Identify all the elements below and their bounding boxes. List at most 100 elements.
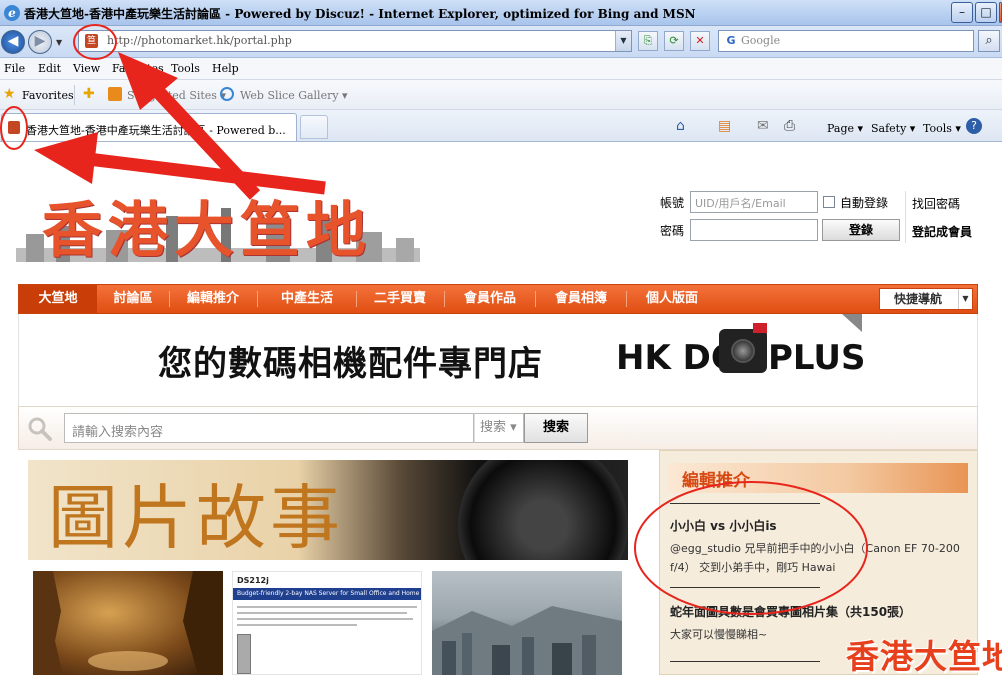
lens-image — [458, 460, 628, 560]
login-button[interactable]: 登錄 — [822, 219, 900, 241]
web-search-input[interactable]: G Google — [718, 30, 974, 52]
nav-editor-picks[interactable]: 編輯推介 — [173, 285, 253, 313]
nav-forum[interactable]: 討論區 — [101, 285, 165, 313]
quick-nav-dropdown[interactable]: 快捷導航 ▼ — [879, 288, 973, 310]
search-type-select[interactable]: 搜索 ▾ — [474, 413, 524, 443]
feeds-icon[interactable]: ▤ — [718, 118, 731, 134]
nav-member-albums[interactable]: 會員相簿 — [539, 285, 623, 313]
active-tab[interactable]: 香港大笪地-香港中產玩樂生活討論區 - Powered b... — [1, 113, 297, 141]
tab-favicon-icon — [8, 121, 20, 134]
city-image — [432, 606, 622, 675]
nas-tagline: Budget-friendly 2-bay NAS Server for Sma… — [233, 588, 421, 600]
register-link[interactable]: 登記成會員 — [912, 223, 972, 240]
photo-story-title: 圖片故事 — [48, 477, 344, 559]
suggested-sites-icon — [108, 87, 122, 101]
safety-menu[interactable]: Safety ▾ — [871, 122, 915, 135]
account-placeholder: UID/用戶名/Email — [695, 197, 786, 210]
window-titlebar: e 香港大笪地-香港中產玩樂生活討論區 - Powered by Discuz!… — [0, 0, 1002, 26]
address-field[interactable]: 笪 http://photomarket.hk/portal.php ▼ — [78, 30, 632, 52]
read-mail-icon[interactable]: ✉ — [757, 118, 769, 134]
nav-divider — [535, 291, 536, 307]
minimize-button[interactable]: – — [951, 2, 973, 23]
pick-desc: @egg_studio 兄早前把手中的小小白（Canon EF 70-200 f… — [670, 542, 960, 574]
nav-divider — [257, 291, 258, 307]
nas-model: DS212j — [237, 576, 269, 585]
menu-help[interactable]: Help — [212, 62, 239, 75]
forgot-password-link[interactable]: 找回密碼 — [912, 195, 960, 212]
web-search-button[interactable]: ⌕ — [978, 30, 1000, 52]
menu-view[interactable]: View — [73, 62, 100, 75]
web-page: 香港大笪地 帳號 UID/用戶名/Email 自動登錄 找回密碼 密碼 登錄 登… — [0, 143, 1002, 675]
window-title: 香港大笪地-香港中產玩樂生活討論區 - Powered by Discuz! -… — [24, 7, 696, 21]
menu-tools[interactable]: Tools — [171, 62, 200, 75]
suggested-sites-link[interactable]: Suggested Sites ▾ — [127, 89, 226, 102]
add-favorite-icon[interactable]: ✚ — [83, 87, 95, 101]
page-menu[interactable]: Page ▾ — [827, 122, 863, 135]
favorites-star-icon[interactable]: ★ — [3, 87, 17, 101]
account-label: 帳號 — [660, 196, 685, 210]
quick-nav-label: 快捷導航 — [894, 292, 943, 306]
address-dropdown[interactable]: ▼ — [615, 31, 631, 51]
site-favicon-icon: 笪 — [85, 34, 98, 48]
help-icon[interactable]: ? — [966, 118, 982, 134]
nav-divider — [444, 291, 445, 307]
auto-login-checkbox[interactable] — [823, 196, 835, 208]
thumbnail-nas[interactable]: DS212j Budget-friendly 2-bay NAS Server … — [232, 571, 422, 675]
logo-text: 香港大笪地 — [42, 196, 372, 266]
menu-file[interactable]: File — [4, 62, 25, 75]
web-slice-icon — [220, 87, 234, 101]
compatibility-view-button[interactable]: ⎘ — [638, 31, 658, 51]
account-input[interactable]: UID/用戶名/Email — [690, 191, 818, 213]
new-tab-button[interactable] — [300, 115, 328, 139]
favorites-button[interactable]: Favorites — [22, 89, 74, 102]
tools-menu[interactable]: Tools ▾ — [923, 122, 961, 135]
home-icon[interactable]: ⌂ — [676, 118, 685, 134]
nav-middle-class-life[interactable]: 中產生活 — [261, 285, 353, 313]
site-nav: 大笪地 討論區 編輯推介 中產生活 二手買賣 會員作品 會員相簿 個人版面 快捷… — [18, 284, 978, 314]
nav-home[interactable]: 大笪地 — [19, 285, 97, 313]
nas-device-image — [237, 634, 251, 674]
thumbnail-city[interactable] — [432, 571, 622, 675]
login-form: 帳號 UID/用戶名/Email 自動登錄 找回密碼 密碼 登錄 登記成會員 — [660, 191, 990, 243]
banner-text: 您的數碼相機配件專門店 — [158, 344, 543, 384]
pick-title[interactable]: 蛇年面圖具數是會買專圖相片集（共150張） — [670, 603, 911, 620]
forward-button[interactable]: ▶ — [28, 30, 52, 54]
password-label: 密碼 — [660, 224, 685, 238]
camera-icon — [719, 323, 767, 373]
stop-button[interactable]: ✕ — [690, 31, 710, 51]
search-type-label: 搜索 — [480, 420, 507, 435]
back-button[interactable]: ◀ — [1, 30, 25, 54]
print-icon[interactable]: ⎙ — [784, 118, 795, 134]
nav-personal-space[interactable]: 個人版面 — [630, 285, 714, 313]
recent-pages-dropdown[interactable]: ▼ — [56, 38, 62, 47]
photo-story-header[interactable]: 圖片故事 — [28, 460, 628, 560]
site-search-input[interactable]: 請輸入搜索內容 — [64, 413, 474, 443]
tab-title: 香港大笪地-香港中產玩樂生活討論區 - Powered b... — [26, 124, 286, 137]
nav-member-works[interactable]: 會員作品 — [448, 285, 532, 313]
editor-picks-title: 編輯推介 — [682, 471, 750, 491]
auto-login-label[interactable]: 自動登錄 — [840, 194, 888, 211]
menu-favorites[interactable]: Favorites — [112, 62, 164, 75]
menu-edit[interactable]: Edit — [38, 62, 61, 75]
pick-title[interactable]: 小小白 vs 小小白is — [670, 517, 777, 534]
nav-divider — [356, 291, 357, 307]
maximize-button[interactable]: □ — [975, 2, 997, 23]
refresh-button[interactable]: ⟳ — [664, 31, 684, 51]
cave-image — [33, 571, 223, 675]
sidebar-divider — [670, 587, 820, 588]
chevron-down-icon: ▼ — [958, 289, 972, 309]
address-url[interactable]: http://photomarket.hk/portal.php — [107, 34, 292, 47]
web-search-placeholder: Google — [741, 34, 781, 47]
ad-banner[interactable]: 您的數碼相機配件專門店 HK DC PLUS — [134, 314, 866, 403]
web-slice-gallery-link[interactable]: Web Slice Gallery ▾ — [240, 89, 348, 102]
banner-brand-right: PLUS — [768, 338, 866, 378]
banner-brand-left: HK DC — [616, 338, 736, 378]
site-search-button[interactable]: 搜索 — [524, 413, 588, 443]
nav-divider — [169, 291, 170, 307]
address-toolbar: ◀ ▶ ▼ 笪 http://photomarket.hk/portal.php… — [0, 26, 1002, 58]
nav-second-hand[interactable]: 二手買賣 — [360, 285, 440, 313]
password-input[interactable] — [690, 219, 818, 241]
site-logo[interactable]: 香港大笪地 — [16, 178, 420, 268]
ie-icon: e — [4, 5, 20, 21]
thumbnail-cave[interactable] — [33, 571, 223, 675]
